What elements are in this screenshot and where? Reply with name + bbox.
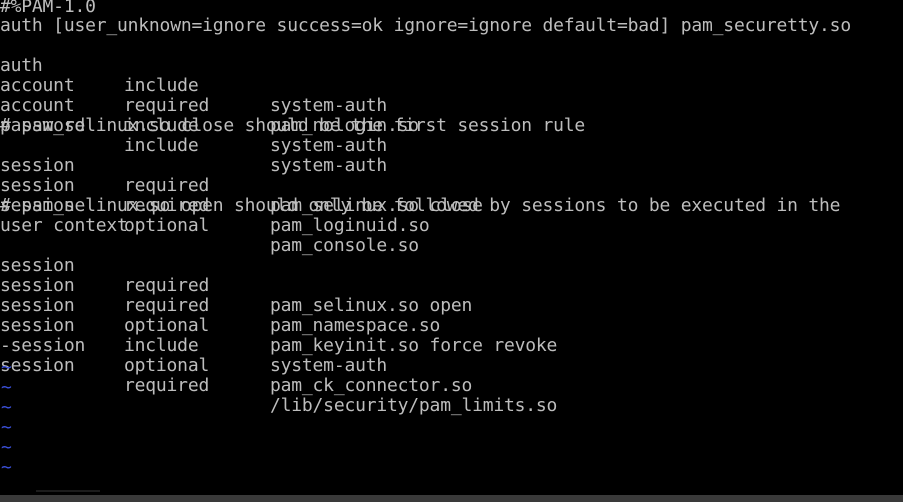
rule-module: pam_ck_connector.so xyxy=(270,375,473,396)
rule-line: account include system-auth xyxy=(0,76,387,156)
rule-line: session required /lib/security/pam_limit… xyxy=(0,336,557,416)
rule-control: required xyxy=(124,175,210,196)
rule-line: session optional pam_console.so xyxy=(0,176,419,256)
comment-line: # pam_selinux.so close should be the fir… xyxy=(0,115,586,136)
rule-module: system-auth xyxy=(270,155,388,176)
rule-module: pam_loginuid.so xyxy=(270,215,430,236)
rule-module: system-auth xyxy=(270,355,388,376)
rule-line: -session optional pam_ck_connector.so xyxy=(0,316,472,396)
rule-control: required xyxy=(124,375,210,396)
rule-line: session required pam_namespace.so xyxy=(0,256,440,336)
rule-control: required xyxy=(124,295,210,316)
rule-line: session required pam_selinux.so open xyxy=(0,236,472,316)
rule-module: pam_selinux.so open xyxy=(270,295,473,316)
rule-control: optional xyxy=(124,355,210,376)
rule-control: include xyxy=(124,75,199,96)
empty-line-tilde: ~ xyxy=(1,377,12,398)
rule-control: required xyxy=(124,275,210,296)
rule-line: account required pam_nologin.so xyxy=(0,56,419,136)
status-line-remnant xyxy=(36,490,100,492)
rule-module: pam_namespace.so xyxy=(270,315,441,336)
rule-line: password include system-auth xyxy=(0,96,387,176)
rule-control: optional xyxy=(124,315,210,336)
rule-line: session required pam_selinux.so close xyxy=(0,136,483,216)
comment-continuation-line: user context xyxy=(0,215,128,236)
rule-module: pam_keyinit.so force revoke xyxy=(270,335,558,356)
comment-line: # pam_selinux.so open should only be fol… xyxy=(0,195,841,216)
rule-module: pam_console.so xyxy=(270,235,419,256)
terminal-screen[interactable]: #%PAM-1.0 auth [user_unknown=ignore succ… xyxy=(0,0,903,495)
rule-line: session required pam_loginuid.so xyxy=(0,156,430,236)
rule-module: /lib/security/pam_limits.so xyxy=(270,395,558,416)
window-bottom-edge xyxy=(0,495,903,502)
empty-line-tilde: ~ xyxy=(1,357,12,378)
rule-line: auth include system-auth xyxy=(0,36,387,116)
rule-control: optional xyxy=(124,215,210,236)
empty-line-tilde: ~ xyxy=(1,457,12,478)
rule-module: system-auth xyxy=(270,135,388,156)
empty-line-tilde: ~ xyxy=(1,397,12,418)
rule-control: include xyxy=(124,135,199,156)
rule-line: session optional pam_keyinit.so force re… xyxy=(0,276,557,356)
auth-securetty-line: auth [user_unknown=ignore success=ok ign… xyxy=(0,15,851,36)
rule-module: system-auth xyxy=(270,95,388,116)
empty-line-tilde: ~ xyxy=(1,437,12,458)
empty-line-tilde: ~ xyxy=(1,417,12,438)
rule-line: session include system-auth xyxy=(0,296,387,376)
rule-control: include xyxy=(124,335,199,356)
rule-control: required xyxy=(124,95,210,116)
